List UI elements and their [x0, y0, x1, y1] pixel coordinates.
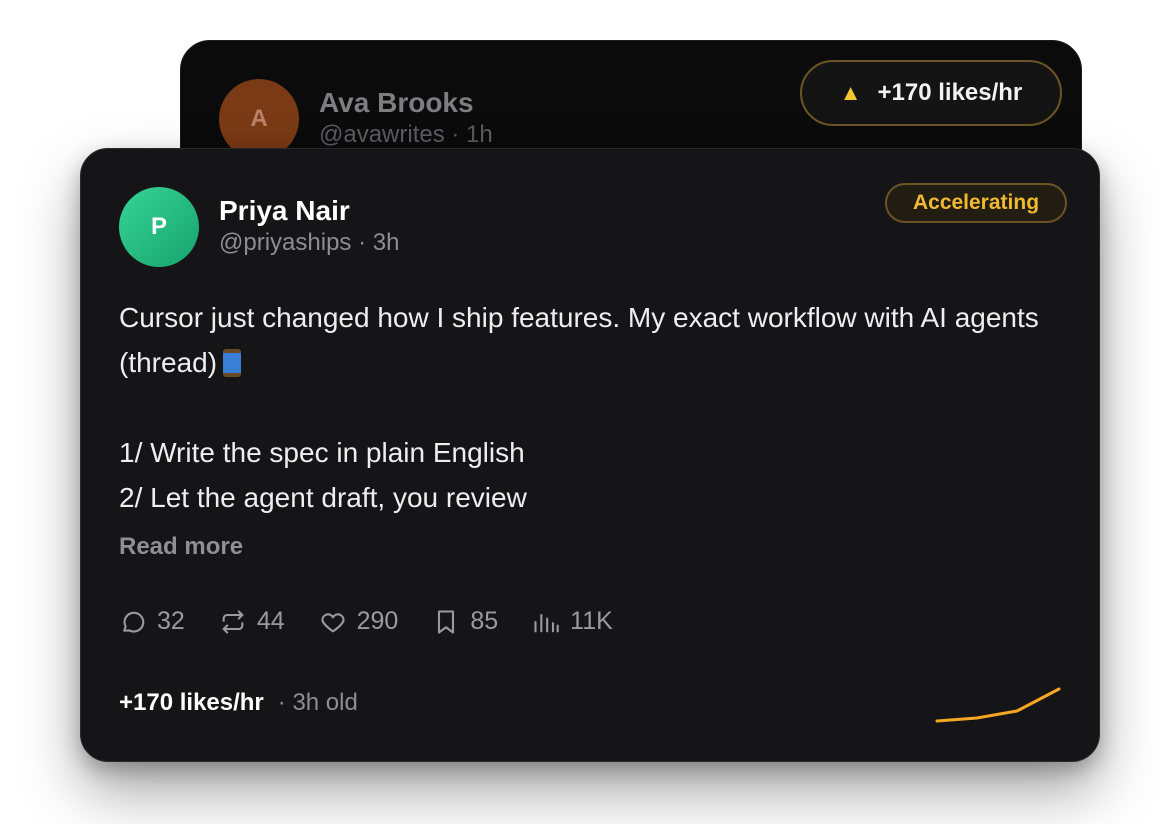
velocity-pill-label: +170 likes/hr	[877, 79, 1023, 106]
status-badge: Accelerating	[885, 183, 1067, 223]
author-name[interactable]: Priya Nair	[219, 195, 350, 227]
author-name[interactable]: Ava Brooks	[319, 87, 474, 119]
sparkline-line	[935, 687, 1061, 723]
bar-chart-icon	[534, 613, 559, 632]
views-button[interactable]: 11K	[532, 607, 613, 636]
heart-icon	[321, 612, 345, 632]
reply-count: 32	[157, 607, 185, 635]
post-body: Cursor just changed how I ship features.…	[119, 295, 1059, 520]
velocity-footer: +170 likes/hr · 3h old	[119, 689, 358, 717]
repost-count: 44	[256, 607, 285, 635]
reply-icon	[123, 611, 145, 633]
bookmark-count: 85	[470, 607, 499, 635]
repost-icon	[222, 609, 244, 634]
post-card[interactable]: P Priya Nair @priyaships · 3h Accelerati…	[80, 148, 1100, 762]
avatar[interactable]: P	[119, 187, 199, 267]
velocity-rate: +170 likes/hr	[119, 689, 264, 716]
thread-spool-icon	[223, 349, 242, 377]
like-count: 290	[356, 607, 399, 635]
bookmark-icon	[438, 609, 455, 634]
post-step: 1/ Write the spec in plain English	[119, 437, 525, 468]
avatar[interactable]: A	[219, 79, 299, 159]
post-age: · 3h old	[277, 689, 358, 716]
velocity-sparkline	[935, 687, 1061, 723]
velocity-pill[interactable]: ▲ +170 likes/hr	[800, 60, 1062, 126]
reply-button[interactable]: 32	[119, 607, 185, 636]
read-more-link[interactable]: Read more	[119, 533, 243, 561]
bookmark-button[interactable]: 85	[432, 607, 498, 636]
author-meta: @priyaships · 3h	[219, 229, 400, 256]
like-button[interactable]: 290	[319, 607, 399, 636]
author-meta: @avawrites · 1h	[319, 121, 493, 148]
repost-button[interactable]: 44	[219, 607, 285, 636]
action-bar: 32 44 290 85 11K	[119, 607, 613, 636]
post-text: Cursor just changed how I ship features.…	[119, 302, 1039, 378]
triangle-up-icon: ▲	[839, 80, 862, 105]
view-count: 11K	[570, 607, 613, 635]
post-step: 2/ Let the agent draft, you review	[119, 482, 527, 513]
